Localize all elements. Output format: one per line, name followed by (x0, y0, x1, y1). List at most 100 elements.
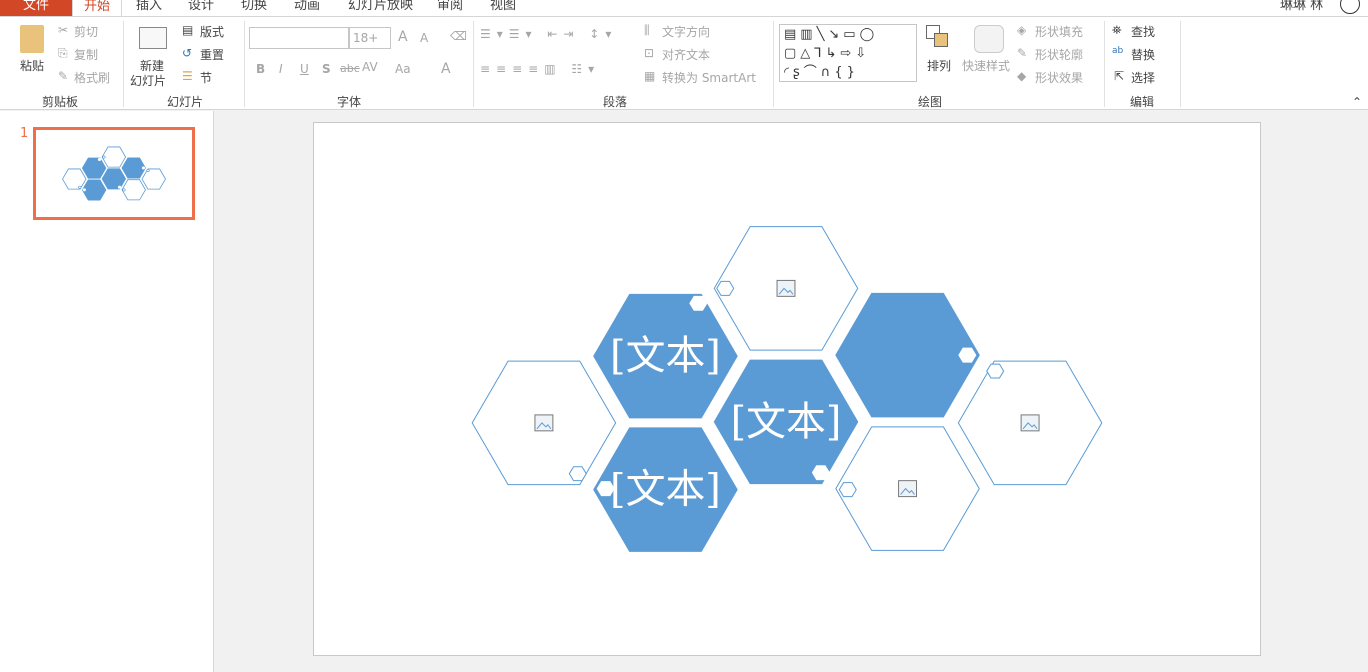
shrink-font-button[interactable]: A (420, 31, 428, 45)
tab-design[interactable]: 设计 (188, 0, 214, 16)
small-hexagon (596, 481, 615, 497)
format-painter-button[interactable]: 格式刷 (74, 69, 110, 86)
find-button[interactable]: 查找 (1131, 23, 1155, 40)
small-hexagon (82, 188, 87, 192)
quick-styles-button[interactable]: 快速样式 (962, 57, 1010, 74)
hexagon-outline (62, 168, 87, 190)
change-case-button[interactable]: Aa (395, 62, 411, 76)
divider (773, 21, 774, 107)
font-group-label: 字体 (336, 95, 361, 109)
divider (244, 21, 245, 107)
align-buttons[interactable]: ≡≡≡≡▥ ☷▾ (480, 62, 600, 76)
avatar[interactable] (1340, 0, 1360, 14)
select-button[interactable]: 选择 (1131, 69, 1155, 86)
shadow-button[interactable]: S (322, 62, 331, 76)
arrange-icon-front (934, 33, 948, 47)
smartart-button[interactable]: 转换为 SmartArt (662, 69, 756, 86)
shape-effects-button[interactable]: 形状效果 (1035, 69, 1083, 86)
tab-animations[interactable]: 动画 (294, 0, 320, 16)
hexagon-diagram: [文本][文本][文本] (471, 226, 1103, 552)
list-buttons[interactable]: ☰▾☰▾ ⇤⇥ ↕▾ (480, 27, 617, 41)
copy-button[interactable]: 复制 (74, 46, 98, 63)
small-hexagon (146, 169, 150, 173)
outline-icon: ✎ (1017, 46, 1028, 60)
small-hexagon (716, 280, 735, 296)
thumbnail-diagram (62, 146, 166, 201)
ribbon-home: 粘贴 ✂ 剪切 ⎘ 复制 ✎ 格式刷 剪贴板 新建 幻灯片 ▤ 版式 ↺ 重置 … (0, 16, 1368, 110)
small-hexagon (141, 166, 146, 170)
paste-icon (20, 25, 44, 53)
tab-transitions[interactable]: 切换 (241, 0, 267, 16)
slide-thumbnail-1[interactable] (33, 127, 195, 220)
effects-icon: ◆ (1017, 69, 1027, 83)
tab-insert[interactable]: 插入 (136, 0, 162, 16)
hexagon-outline (141, 168, 166, 190)
user-name[interactable]: 琳琳 林 (1280, 0, 1323, 16)
smartart-icon: ▦ (644, 69, 656, 83)
small-hexagon (117, 185, 122, 189)
small-hexagon (838, 482, 857, 498)
section-button[interactable]: 节 (200, 69, 212, 86)
shape-fill-button[interactable]: 形状填充 (1035, 23, 1083, 40)
align-text-button[interactable]: 对齐文本 (662, 46, 710, 63)
text-direction-button[interactable]: 文字方向 (662, 23, 710, 40)
replace-button[interactable]: 替换 (1131, 46, 1155, 63)
font-name-input[interactable] (249, 27, 349, 49)
tab-slideshow[interactable]: 幻灯片放映 (348, 0, 413, 16)
underline-button[interactable]: U (300, 62, 309, 76)
grow-font-button[interactable]: A (398, 29, 408, 45)
divider (1104, 21, 1105, 107)
reset-icon: ↺ (182, 46, 193, 60)
hexagon-filled (101, 168, 127, 190)
tab-review[interactable]: 审阅 (437, 0, 463, 16)
spacing-button[interactable]: AV (362, 60, 378, 74)
font-color-button[interactable]: A (441, 61, 451, 77)
small-hexagon (97, 158, 102, 161)
small-hexagon (958, 347, 977, 363)
small-hexagon (122, 188, 126, 192)
text-placeholder[interactable]: [文本] (610, 467, 721, 513)
align-text-icon: ⊡ (644, 46, 655, 60)
divider (123, 21, 124, 107)
slide-canvas[interactable]: [文本] [文本] [文本] (313, 122, 1261, 656)
tab-home[interactable]: 开始 (72, 0, 122, 16)
text-placeholder[interactable]: [文本] (731, 399, 842, 445)
editing-group-label: 编辑 (1129, 95, 1154, 109)
small-hexagon (689, 295, 708, 311)
text-placeholder[interactable]: [文本] (610, 333, 721, 379)
slides-group-label: 幻灯片 (166, 95, 203, 109)
italic-button[interactable]: I (279, 62, 283, 76)
collapse-ribbon-icon[interactable]: ⌃ (1352, 95, 1362, 109)
bold-button[interactable]: B (256, 62, 265, 76)
quick-styles-icon (974, 25, 1004, 53)
layout-icon: ▤ (182, 23, 194, 37)
small-hexagon (986, 363, 1005, 379)
small-hexagon (568, 466, 587, 482)
text-direction-icon: ⫼ (644, 23, 650, 37)
hexagon-filled (81, 157, 107, 179)
new-slide-button-label[interactable]: 幻灯片 (130, 72, 166, 89)
shapes-gallery[interactable]: ▤▥╲↘▭◯ ▢△⅂↳⇨⇩ ◜ʂ⌒∩{} (779, 24, 917, 82)
divider (473, 21, 474, 107)
small-hexagon (811, 465, 830, 481)
brush-icon: ✎ (58, 69, 69, 83)
shape-outline-button[interactable]: 形状轮廓 (1035, 46, 1083, 63)
hexagon-filled (835, 292, 980, 418)
copy-icon: ⎘ (58, 46, 68, 60)
arrange-button[interactable]: 排列 (927, 57, 951, 74)
cut-button[interactable]: 剪切 (74, 23, 98, 40)
small-hexagon (102, 155, 106, 159)
tab-view[interactable]: 视图 (490, 0, 516, 16)
reset-button[interactable]: 重置 (200, 46, 224, 63)
fill-icon: ◈ (1017, 23, 1027, 37)
ribbon-tabs: 文件 开始 插入 设计 切换 动画 幻灯片放映 审阅 视图 琳琳 林 (0, 0, 1368, 16)
scissors-icon: ✂ (58, 23, 69, 37)
strikethrough-button[interactable]: abc (340, 62, 360, 75)
clear-format-icon[interactable]: ⌫ (450, 29, 467, 43)
clipboard-group-label: 剪贴板 (41, 95, 78, 109)
paste-button[interactable]: 粘贴 (20, 57, 44, 74)
paragraph-group-label: 段落 (602, 95, 627, 109)
layout-button[interactable]: 版式 (200, 23, 224, 40)
font-size-input[interactable]: 18+ (349, 27, 391, 49)
tab-file[interactable]: 文件 (0, 0, 72, 16)
